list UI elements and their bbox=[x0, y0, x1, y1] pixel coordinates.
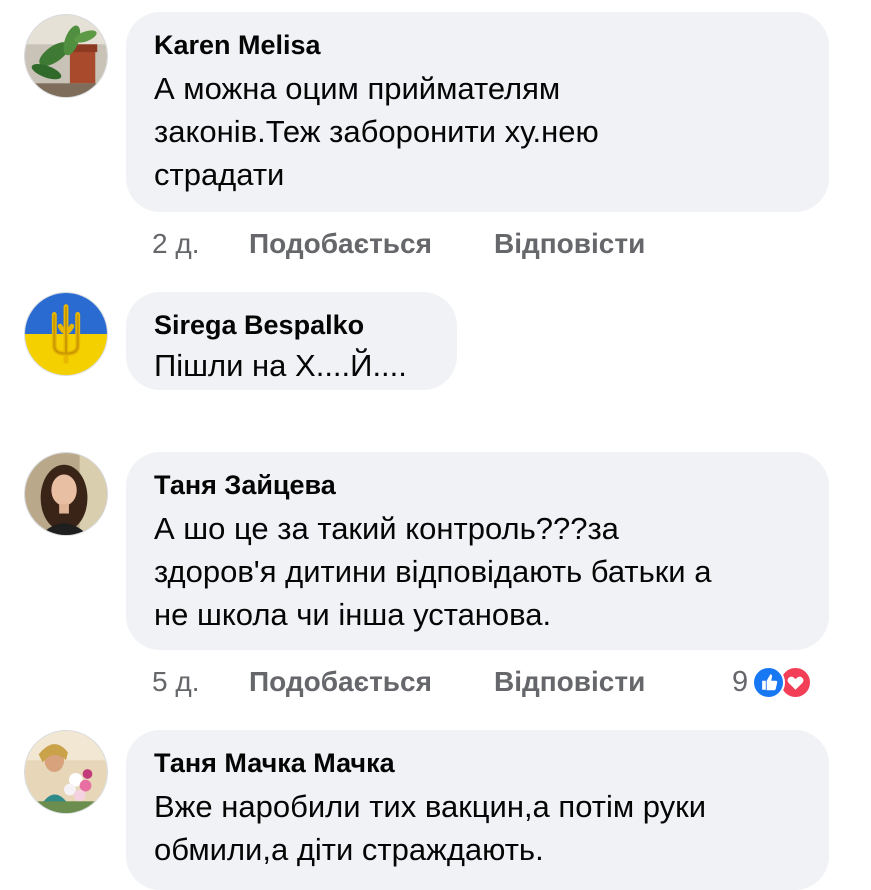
comment-meta: 2 д. Подобається Відповісти bbox=[152, 226, 712, 262]
comment-text-line: законів.Теж заборонити ху.нею bbox=[154, 114, 599, 149]
comment-bubble: Таня Зайцева А шо це за такий контроль??… bbox=[126, 452, 829, 650]
like-reaction-icon bbox=[752, 665, 786, 699]
comment-timestamp[interactable]: 5 д. bbox=[152, 664, 199, 700]
comment-bubble: Таня Мачка Мачка Вже наробили тих вакцин… bbox=[126, 730, 829, 890]
comment-timestamp[interactable]: 2 д. bbox=[152, 226, 199, 262]
comment-meta: 5 д. Подобається Відповісти bbox=[152, 664, 712, 700]
comment-text-line: обмили,а діти страждають. bbox=[154, 832, 544, 867]
comment-author-avatar[interactable] bbox=[24, 452, 108, 536]
comment-text-line: Вже наробили тих вакцин,а потім руки bbox=[154, 789, 707, 824]
comment-author-avatar[interactable] bbox=[24, 14, 108, 98]
comment-text-line: А шо це за такий контроль???за bbox=[154, 511, 619, 546]
comment-author-avatar[interactable] bbox=[24, 292, 108, 376]
comment-text: А можна оцим приймателям законів.Теж заб… bbox=[154, 67, 801, 196]
reaction-count: 9 bbox=[732, 666, 749, 698]
comment-text: А шо це за такий контроль???за здоров'я … bbox=[154, 507, 801, 636]
plant-photo-avatar-icon bbox=[25, 15, 107, 97]
comment-bubble: Karen Melisa А можна оцим приймателям за… bbox=[126, 12, 829, 212]
comment-author-name[interactable]: Karen Melisa bbox=[154, 28, 801, 62]
reply-button[interactable]: Відповісти bbox=[494, 226, 645, 262]
comment-text-line: не школа чи інша установа. bbox=[154, 597, 552, 632]
comment-text-line: А можна оцим приймателям bbox=[154, 71, 561, 106]
comment-text: Пішли на Х....Й.... bbox=[154, 344, 429, 387]
like-button[interactable]: Подобається bbox=[249, 664, 432, 700]
comment-author-name[interactable]: Таня Зайцева bbox=[154, 468, 801, 502]
reaction-summary[interactable]: 9 bbox=[732, 664, 813, 700]
reply-button[interactable]: Відповісти bbox=[494, 664, 645, 700]
comment-author-avatar[interactable] bbox=[24, 730, 108, 814]
woman-with-flowers-avatar-icon bbox=[25, 731, 107, 813]
ukraine-trident-avatar-icon bbox=[25, 293, 107, 375]
comment-text: Вже наробили тих вакцин,а потім руки обм… bbox=[154, 785, 801, 871]
comment-text-line: Пішли на Х....Й.... bbox=[154, 348, 407, 383]
comment-text-line: страдати bbox=[154, 157, 285, 192]
comment-text-line: здоров'я дитини відповідають батьки а bbox=[154, 554, 712, 589]
comment-author-name[interactable]: Таня Мачка Мачка bbox=[154, 746, 801, 780]
comment-author-name[interactable]: Sirega Bespalko bbox=[154, 308, 429, 342]
like-button[interactable]: Подобається bbox=[249, 226, 432, 262]
comment-bubble: Sirega Bespalko Пішли на Х....Й.... bbox=[126, 292, 457, 390]
woman-portrait-avatar-icon bbox=[25, 453, 107, 535]
